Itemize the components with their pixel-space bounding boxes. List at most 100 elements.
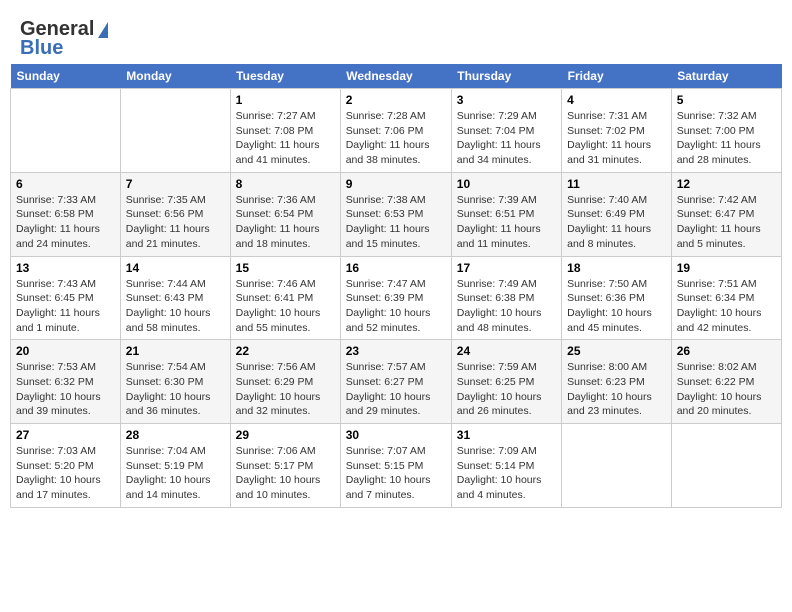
calendar-week-row: 1Sunrise: 7:27 AMSunset: 7:08 PMDaylight… (11, 89, 782, 173)
day-info: Sunrise: 7:32 AMSunset: 7:00 PMDaylight:… (677, 109, 776, 168)
col-header-saturday: Saturday (671, 64, 781, 89)
calendar-cell: 18Sunrise: 7:50 AMSunset: 6:36 PMDayligh… (562, 256, 672, 340)
day-info: Sunrise: 7:07 AMSunset: 5:15 PMDaylight:… (346, 444, 446, 503)
calendar-cell (11, 89, 121, 173)
day-number: 11 (567, 177, 666, 191)
day-number: 30 (346, 428, 446, 442)
day-number: 13 (16, 261, 115, 275)
page-header: General Blue (10, 10, 782, 64)
day-number: 18 (567, 261, 666, 275)
day-number: 19 (677, 261, 776, 275)
calendar-cell: 6Sunrise: 7:33 AMSunset: 6:58 PMDaylight… (11, 172, 121, 256)
calendar-header-row: SundayMondayTuesdayWednesdayThursdayFrid… (11, 64, 782, 89)
day-number: 5 (677, 93, 776, 107)
calendar-cell (120, 89, 230, 173)
calendar-cell: 26Sunrise: 8:02 AMSunset: 6:22 PMDayligh… (671, 340, 781, 424)
calendar-cell: 23 Sunrise: 7:57 AMSunset: 6:27 PMDayligh… (340, 340, 451, 424)
calendar-cell: 5 Sunrise: 7:32 AMSunset: 7:00 PMDaylight… (671, 89, 781, 173)
calendar-cell: 13Sunrise: 7:43 AMSunset: 6:45 PMDayligh… (11, 256, 121, 340)
calendar-cell: 15 Sunrise: 7:46 AMSunset: 6:41 PMDayligh… (230, 256, 340, 340)
day-info: Sunrise: 7:27 AMSunset: 7:08 PMDaylight:… (236, 109, 335, 168)
day-number: 12 (677, 177, 776, 191)
day-info: Sunrise: 7:31 AMSunset: 7:02 PMDaylight:… (567, 109, 666, 168)
day-info: Sunrise: 7:39 AMSunset: 6:51 PMDaylight:… (457, 193, 556, 252)
calendar-cell: 16 Sunrise: 7:47 AMSunset: 6:39 PMDayligh… (340, 256, 451, 340)
calendar-week-row: 6Sunrise: 7:33 AMSunset: 6:58 PMDaylight… (11, 172, 782, 256)
day-info: Sunrise: 8:00 AMSunset: 6:23 PMDaylight:… (567, 360, 666, 419)
calendar-cell: 22 Sunrise: 7:56 AMSunset: 6:29 PMDayligh… (230, 340, 340, 424)
calendar-cell: 11 Sunrise: 7:40 AMSunset: 6:49 PMDayligh… (562, 172, 672, 256)
calendar-cell: 17 Sunrise: 7:49 AMSunset: 6:38 PMDayligh… (451, 256, 561, 340)
day-info: Sunrise: 7:53 AMSunset: 6:32 PMDaylight:… (16, 360, 115, 419)
day-number: 20 (16, 344, 115, 358)
day-number: 29 (236, 428, 335, 442)
calendar-cell: 30 Sunrise: 7:07 AMSunset: 5:15 PMDayligh… (340, 424, 451, 508)
day-number: 3 (457, 93, 556, 107)
day-info: Sunrise: 8:02 AMSunset: 6:22 PMDaylight:… (677, 360, 776, 419)
col-header-friday: Friday (562, 64, 672, 89)
calendar-cell: 27 Sunrise: 7:03 AMSunset: 5:20 PMDayligh… (11, 424, 121, 508)
calendar-cell (671, 424, 781, 508)
day-info: Sunrise: 7:57 AMSunset: 6:27 PMDaylight:… (346, 360, 446, 419)
day-info: Sunrise: 7:49 AMSunset: 6:38 PMDaylight:… (457, 277, 556, 336)
calendar-cell: 14 Sunrise: 7:44 AMSunset: 6:43 PMDayligh… (120, 256, 230, 340)
day-info: Sunrise: 7:09 AMSunset: 5:14 PMDaylight:… (457, 444, 556, 503)
day-info: Sunrise: 7:38 AMSunset: 6:53 PMDaylight:… (346, 193, 446, 252)
col-header-wednesday: Wednesday (340, 64, 451, 89)
day-number: 22 (236, 344, 335, 358)
day-number: 16 (346, 261, 446, 275)
day-info: Sunrise: 7:47 AMSunset: 6:39 PMDaylight:… (346, 277, 446, 336)
calendar-cell: 3Sunrise: 7:29 AMSunset: 7:04 PMDaylight… (451, 89, 561, 173)
day-number: 24 (457, 344, 556, 358)
calendar-cell: 7 Sunrise: 7:35 AMSunset: 6:56 PMDaylight… (120, 172, 230, 256)
day-info: Sunrise: 7:59 AMSunset: 6:25 PMDaylight:… (457, 360, 556, 419)
day-number: 27 (16, 428, 115, 442)
day-info: Sunrise: 7:04 AMSunset: 5:19 PMDaylight:… (126, 444, 225, 503)
logo-blue: Blue (20, 37, 63, 60)
logo-triangle-icon (98, 22, 108, 38)
calendar-cell: 20 Sunrise: 7:53 AMSunset: 6:32 PMDayligh… (11, 340, 121, 424)
col-header-tuesday: Tuesday (230, 64, 340, 89)
day-info: Sunrise: 7:06 AMSunset: 5:17 PMDaylight:… (236, 444, 335, 503)
calendar-week-row: 13Sunrise: 7:43 AMSunset: 6:45 PMDayligh… (11, 256, 782, 340)
day-info: Sunrise: 7:44 AMSunset: 6:43 PMDaylight:… (126, 277, 225, 336)
day-number: 31 (457, 428, 556, 442)
day-number: 7 (126, 177, 225, 191)
calendar-cell: 28Sunrise: 7:04 AMSunset: 5:19 PMDayligh… (120, 424, 230, 508)
calendar-cell: 10 Sunrise: 7:39 AMSunset: 6:51 PMDayligh… (451, 172, 561, 256)
day-info: Sunrise: 7:54 AMSunset: 6:30 PMDaylight:… (126, 360, 225, 419)
calendar-cell: 31 Sunrise: 7:09 AMSunset: 5:14 PMDayligh… (451, 424, 561, 508)
calendar-cell: 8Sunrise: 7:36 AMSunset: 6:54 PMDaylight… (230, 172, 340, 256)
day-info: Sunrise: 7:35 AMSunset: 6:56 PMDaylight:… (126, 193, 225, 252)
day-number: 25 (567, 344, 666, 358)
calendar-cell: 21Sunrise: 7:54 AMSunset: 6:30 PMDayligh… (120, 340, 230, 424)
day-info: Sunrise: 7:42 AMSunset: 6:47 PMDaylight:… (677, 193, 776, 252)
calendar-cell: 24 Sunrise: 7:59 AMSunset: 6:25 PMDayligh… (451, 340, 561, 424)
col-header-sunday: Sunday (11, 64, 121, 89)
day-info: Sunrise: 7:51 AMSunset: 6:34 PMDaylight:… (677, 277, 776, 336)
calendar-cell: 25 Sunrise: 8:00 AMSunset: 6:23 PMDayligh… (562, 340, 672, 424)
day-number: 9 (346, 177, 446, 191)
calendar-table: SundayMondayTuesdayWednesdayThursdayFrid… (10, 64, 782, 508)
day-info: Sunrise: 7:33 AMSunset: 6:58 PMDaylight:… (16, 193, 115, 252)
calendar-cell: 9 Sunrise: 7:38 AMSunset: 6:53 PMDaylight… (340, 172, 451, 256)
day-info: Sunrise: 7:56 AMSunset: 6:29 PMDaylight:… (236, 360, 335, 419)
calendar-cell: 29 Sunrise: 7:06 AMSunset: 5:17 PMDayligh… (230, 424, 340, 508)
day-info: Sunrise: 7:28 AMSunset: 7:06 PMDaylight:… (346, 109, 446, 168)
col-header-thursday: Thursday (451, 64, 561, 89)
day-info: Sunrise: 7:36 AMSunset: 6:54 PMDaylight:… (236, 193, 335, 252)
day-number: 15 (236, 261, 335, 275)
day-number: 14 (126, 261, 225, 275)
day-number: 10 (457, 177, 556, 191)
day-info: Sunrise: 7:03 AMSunset: 5:20 PMDaylight:… (16, 444, 115, 503)
day-number: 23 (346, 344, 446, 358)
day-info: Sunrise: 7:46 AMSunset: 6:41 PMDaylight:… (236, 277, 335, 336)
col-header-monday: Monday (120, 64, 230, 89)
day-info: Sunrise: 7:40 AMSunset: 6:49 PMDaylight:… (567, 193, 666, 252)
day-number: 17 (457, 261, 556, 275)
calendar-week-row: 20 Sunrise: 7:53 AMSunset: 6:32 PMDayligh… (11, 340, 782, 424)
calendar-cell: 2 Sunrise: 7:28 AMSunset: 7:06 PMDaylight… (340, 89, 451, 173)
day-number: 2 (346, 93, 446, 107)
calendar-cell: 1Sunrise: 7:27 AMSunset: 7:08 PMDaylight… (230, 89, 340, 173)
calendar-cell: 4Sunrise: 7:31 AMSunset: 7:02 PMDaylight… (562, 89, 672, 173)
